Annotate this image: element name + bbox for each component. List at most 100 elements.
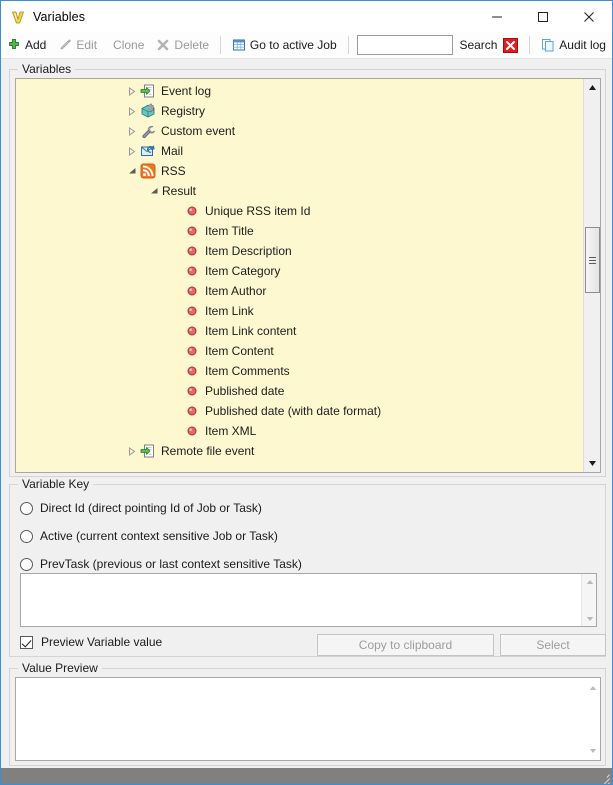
tree-node-label: Unique RSS item Id [205,204,310,218]
variable-key-scrollbar[interactable] [581,574,596,626]
grid-table-icon [232,38,246,52]
radio-direct-id[interactable]: Direct Id (direct pointing Id of Job or … [20,499,262,517]
toolbar-separator-2 [348,36,349,54]
chevron-down-icon[interactable] [146,183,162,199]
tree-node-label: Item XML [205,424,256,438]
tree-node[interactable]: Item Link content [16,321,583,341]
audit-log-label: Audit log [559,38,606,52]
expander-spacer [168,283,184,299]
variable-bullet-icon [184,263,200,279]
variables-tree[interactable]: Event log Registry Custom event MailRSS Resu… [15,78,601,473]
copy-to-clipboard-label: Copy to clipboard [359,638,452,652]
tree-node[interactable]: Unique RSS item Id [16,201,583,221]
edit-label: Edit [76,38,97,52]
tree-node[interactable]: Item Author [16,281,583,301]
expander-spacer [168,363,184,379]
tree-node[interactable]: Published date (with date format) [16,401,583,421]
value-preview-textarea[interactable] [15,677,601,761]
toolbar-separator-1 [220,36,221,54]
clone-button[interactable]: Clone [105,34,150,56]
tree-node[interactable]: Result [16,181,583,201]
expander-spacer [168,423,184,439]
search-input[interactable] [357,35,453,55]
tree-vertical-scrollbar[interactable] [583,79,600,472]
variable-bullet-icon [184,243,200,259]
search-label[interactable]: Search [459,38,497,52]
variables-group-title: Variables [18,62,75,76]
tree-node-label: Event log [161,84,211,98]
goto-active-job-button[interactable]: Go to active Job [228,34,343,56]
delete-x-icon [156,38,170,52]
value-preview-scrollbar[interactable] [585,678,600,760]
variables-app-icon [10,9,26,25]
scroll-up-button[interactable] [584,79,601,96]
variable-bullet-icon [184,403,200,419]
radio-active[interactable]: Active (current context sensitive Job or… [20,527,278,545]
preview-scroll-down-icon[interactable] [585,743,600,758]
plus-icon [7,38,21,52]
radio-direct-id-label: Direct Id (direct pointing Id of Job or … [40,501,262,515]
expander-spacer [168,223,184,239]
tree-node-label: Item Title [205,224,254,238]
chevron-right-icon[interactable] [124,443,140,459]
expander-spacer [168,263,184,279]
delete-label: Delete [174,38,209,52]
copy-to-clipboard-button[interactable]: Copy to clipboard [317,634,494,656]
preview-checkbox-indicator [20,636,33,649]
goto-active-job-label: Go to active Job [250,38,337,52]
variables-tree-body[interactable]: Event log Registry Custom event MailRSS Resu… [16,79,583,472]
expander-spacer [168,203,184,219]
edit-button[interactable]: Edit [54,34,103,56]
chevron-right-icon[interactable] [124,103,140,119]
select-button[interactable]: Select [500,634,606,656]
maximize-button[interactable] [520,1,566,32]
variable-bullet-icon [184,343,200,359]
resize-grip[interactable] [597,770,610,783]
audit-log-button[interactable]: Audit log [537,34,612,56]
close-button[interactable] [566,1,612,32]
tree-node[interactable]: Event log [16,81,583,101]
clear-search-icon[interactable] [503,38,518,53]
tree-node-label: Result [162,184,196,198]
delete-button[interactable]: Delete [152,34,215,56]
tree-node[interactable]: Published date [16,381,583,401]
minimize-button[interactable] [474,1,520,32]
key-scroll-down-icon[interactable] [582,611,597,626]
tree-node[interactable]: Item Category [16,261,583,281]
key-scroll-up-icon[interactable] [582,574,597,589]
chevron-down-icon[interactable] [124,163,140,179]
rss-icon [140,163,156,179]
tree-node[interactable]: Item Link [16,301,583,321]
preview-scroll-up-icon[interactable] [585,680,600,695]
tree-node[interactable]: Item Title [16,221,583,241]
tree-node[interactable]: RSS [16,161,583,181]
scroll-thumb[interactable] [585,227,600,293]
tree-node-label: Published date (with date format) [205,404,381,418]
tree-node-label: Custom event [161,124,235,138]
add-button[interactable]: Add [3,34,52,56]
tree-node[interactable]: Item Comments [16,361,583,381]
tree-node-label: Registry [161,104,205,118]
variable-bullet-icon [184,323,200,339]
tree-node[interactable]: Mail [16,141,583,161]
value-preview-group-title: Value Preview [18,661,102,675]
expander-spacer [168,303,184,319]
chevron-right-icon[interactable] [124,143,140,159]
chevron-right-icon[interactable] [124,123,140,139]
scroll-down-button[interactable] [584,455,601,472]
tree-node[interactable]: Registry [16,101,583,121]
tree-node[interactable]: Item XML [16,421,583,441]
registry-icon [140,103,156,119]
variable-bullet-icon [184,203,200,219]
radio-prevtask[interactable]: PrevTask (previous or last context sensi… [20,555,302,573]
tree-node[interactable]: Item Content [16,341,583,361]
tree-node[interactable]: Remote file event [16,441,583,461]
scroll-grip-icon [589,255,596,266]
variable-key-input[interactable] [20,573,597,627]
tree-node[interactable]: Custom event [16,121,583,141]
tree-node[interactable]: Item Description [16,241,583,261]
tree-node-label: Item Link [205,304,254,318]
preview-variable-value-checkbox[interactable]: Preview Variable value [20,635,162,649]
chevron-right-icon[interactable] [124,83,140,99]
variable-key-group: Variable Key Direct Id (direct pointing … [9,484,606,657]
